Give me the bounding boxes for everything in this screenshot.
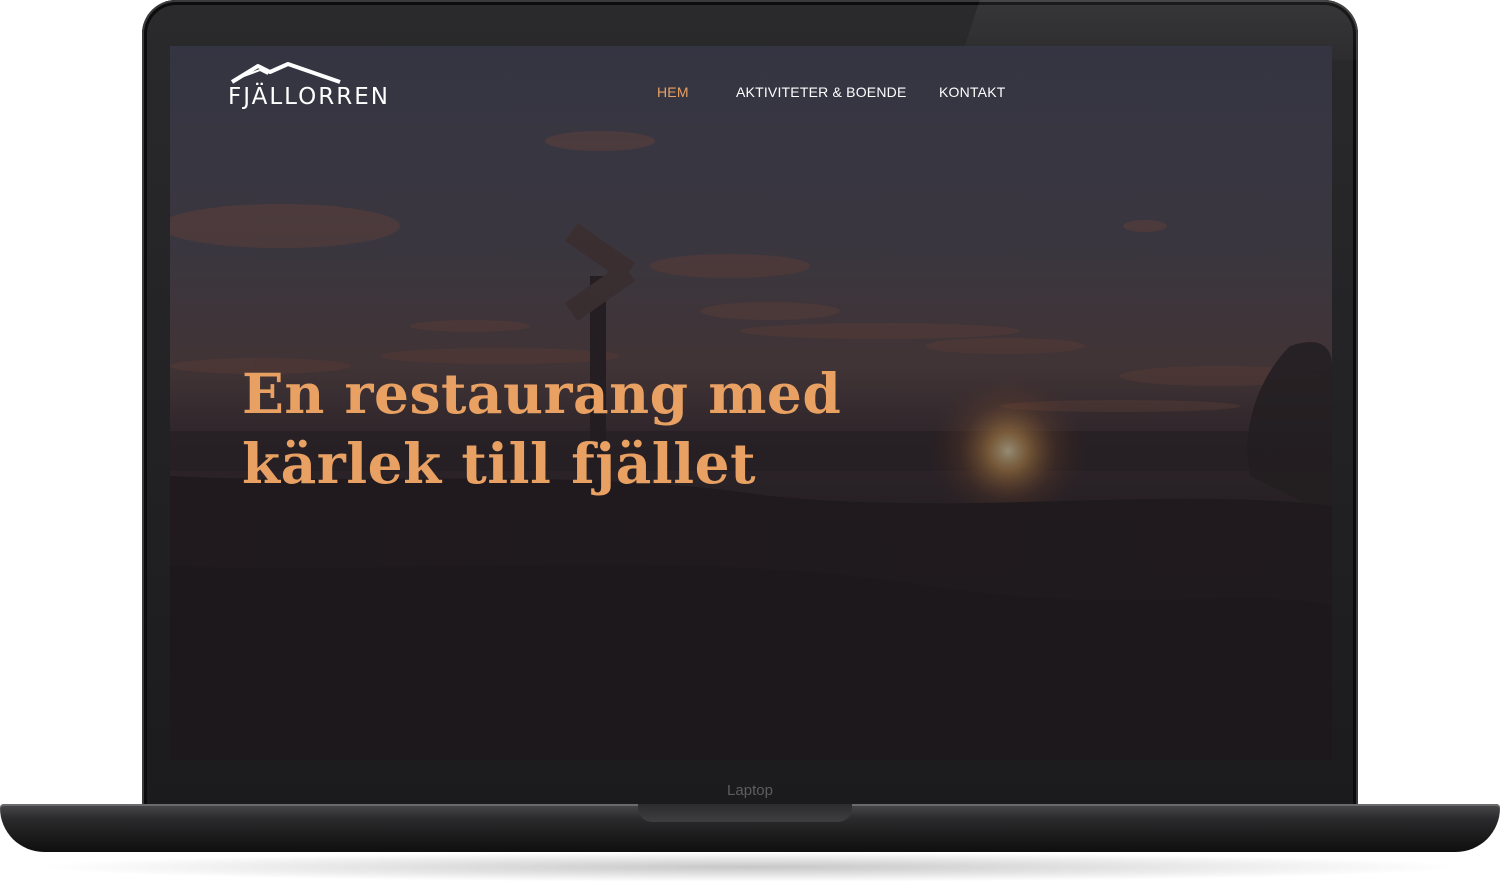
nav-item-hem[interactable]: HEM — [657, 84, 689, 100]
hero-headline: En restaurang med kärlek till fjället — [242, 359, 942, 499]
nav-item-aktiviteter-boende[interactable]: AKTIVITETER & BOENDE — [736, 84, 906, 100]
mountain-icon — [230, 62, 341, 84]
laptop-mockup: Laptop FJÄLLORREN HEM AKTIVITETER & BOEN… — [0, 0, 1500, 890]
hero-headline-line-2: kärlek till fjället — [242, 431, 756, 496]
main-nav: HEM AKTIVITETER & BOENDE KONTAKT — [170, 84, 1332, 104]
laptop-shadow — [30, 852, 1470, 882]
laptop-screen: FJÄLLORREN HEM AKTIVITETER & BOENDE KONT… — [170, 46, 1332, 760]
laptop-notch — [638, 804, 852, 822]
hero-headline-line-1: En restaurang med — [242, 361, 842, 426]
bezel-label: Laptop — [727, 782, 773, 799]
nav-item-kontakt[interactable]: KONTAKT — [939, 84, 1005, 100]
